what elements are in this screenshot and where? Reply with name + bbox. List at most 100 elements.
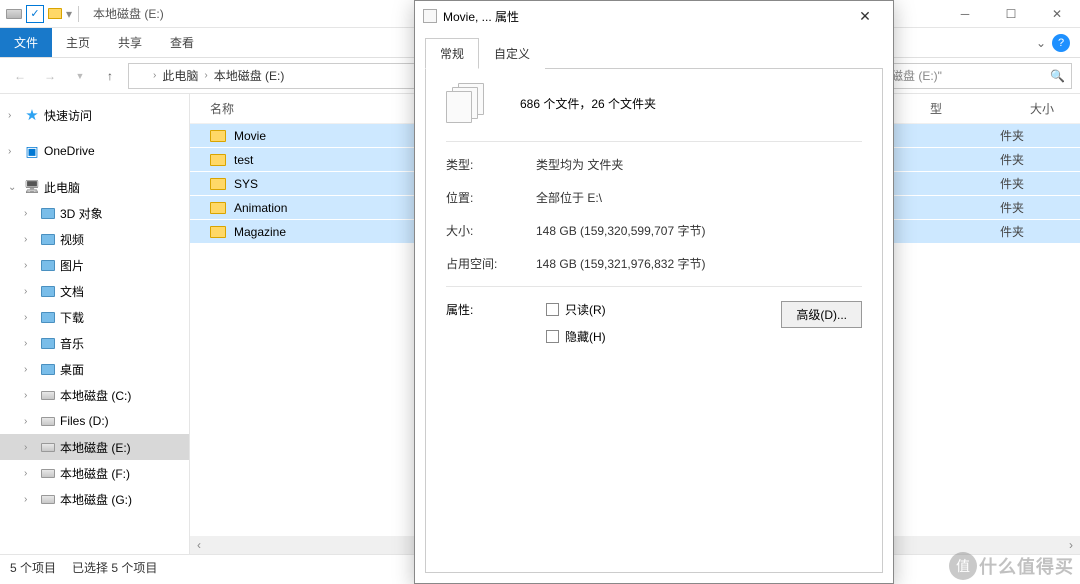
- folder-icon: [41, 260, 55, 271]
- scroll-left-icon[interactable]: ‹: [190, 538, 208, 552]
- chevron-right-icon[interactable]: ›: [24, 312, 36, 323]
- nav-music[interactable]: ›音乐: [0, 330, 189, 356]
- tab-custom[interactable]: 自定义: [479, 38, 545, 69]
- window-title: 本地磁盘 (E:): [87, 5, 164, 22]
- dialog-icon: [423, 9, 437, 23]
- nav-this-pc[interactable]: ⌄🖥此电脑: [0, 174, 189, 200]
- checkbox-readonly[interactable]: 只读(R): [546, 301, 606, 318]
- chevron-right-icon[interactable]: ›: [24, 364, 36, 375]
- chevron-right-icon[interactable]: ›: [24, 442, 36, 453]
- folder-icon: [210, 130, 226, 142]
- tab-home[interactable]: 主页: [52, 28, 104, 57]
- dialog-tabs-wrap: 常规 自定义: [415, 31, 893, 69]
- folder-icon: [41, 208, 55, 219]
- dialog-summary-row: 686 个文件，26 个文件夹: [446, 83, 862, 123]
- label-type: 类型:: [446, 156, 536, 173]
- label-location: 位置:: [446, 189, 536, 206]
- nav-history-dropdown[interactable]: ▼: [68, 64, 92, 88]
- drive-icon: [41, 417, 55, 426]
- tab-share[interactable]: 共享: [104, 28, 156, 57]
- status-selected-count: 已选择 5 个项目: [72, 559, 157, 576]
- separator: [78, 6, 79, 22]
- chevron-right-icon[interactable]: ›: [153, 70, 156, 81]
- attribute-checks: 只读(R) 隐藏(H): [546, 301, 606, 345]
- nav-quick-access[interactable]: ›★快速访问: [0, 102, 189, 128]
- breadcrumb-pc[interactable]: 此电脑: [162, 67, 198, 84]
- chevron-down-icon[interactable]: ⌄: [8, 182, 20, 193]
- folder-icon: [41, 286, 55, 297]
- nav-desktop[interactable]: ›桌面: [0, 356, 189, 382]
- chevron-right-icon[interactable]: ›: [24, 260, 36, 271]
- advanced-button[interactable]: 高级(D)...: [781, 301, 862, 328]
- drive-icon: [6, 9, 22, 19]
- chevron-right-icon[interactable]: ›: [24, 234, 36, 245]
- chevron-right-icon[interactable]: ›: [24, 494, 36, 505]
- breadcrumb-drive[interactable]: 本地磁盘 (E:): [214, 67, 285, 84]
- tab-general[interactable]: 常规: [425, 38, 479, 69]
- nav-3d-objects[interactable]: ›3D 对象: [0, 200, 189, 226]
- chevron-right-icon[interactable]: ›: [8, 146, 20, 157]
- folder-icon: [41, 234, 55, 245]
- value-type: 类型均为 文件夹: [536, 156, 862, 173]
- folder-icon: [210, 178, 226, 190]
- status-item-count: 5 个项目: [10, 559, 56, 576]
- nav-drive-e[interactable]: ›本地磁盘 (E:): [0, 434, 189, 460]
- nav-drive-f[interactable]: ›本地磁盘 (F:): [0, 460, 189, 486]
- drive-icon: [41, 391, 55, 400]
- multi-file-icon: [446, 83, 490, 123]
- chevron-right-icon[interactable]: ›: [8, 110, 20, 121]
- chevron-right-icon[interactable]: ›: [24, 338, 36, 349]
- search-input[interactable]: 地磁盘 (E:)" 🔍: [872, 63, 1072, 89]
- tab-file[interactable]: 文件: [0, 28, 52, 57]
- qat-dropdown-icon[interactable]: ▾: [66, 7, 72, 21]
- nav-downloads[interactable]: ›下载: [0, 304, 189, 330]
- value-location: 全部位于 E:\: [536, 189, 862, 206]
- nav-pictures[interactable]: ›图片: [0, 252, 189, 278]
- chevron-right-icon[interactable]: ›: [24, 390, 36, 401]
- label-size-on-disk: 占用空间:: [446, 255, 536, 272]
- column-type[interactable]: 型: [930, 100, 990, 117]
- star-icon: ★: [24, 107, 40, 123]
- dialog-summary: 686 个文件，26 个文件夹: [520, 95, 656, 112]
- pc-icon: 🖥: [24, 179, 40, 195]
- tab-view[interactable]: 查看: [156, 28, 208, 57]
- dialog-body: 686 个文件，26 个文件夹 类型: 类型均为 文件夹 位置: 全部位于 E:…: [425, 69, 883, 573]
- help-icon[interactable]: ?: [1052, 34, 1070, 52]
- maximize-button[interactable]: ☐: [988, 0, 1034, 28]
- scroll-right-icon[interactable]: ›: [1062, 538, 1080, 552]
- folder-icon: [41, 312, 55, 323]
- value-size-on-disk: 148 GB (159,321,976,832 字节): [536, 255, 862, 272]
- dialog-titlebar[interactable]: Movie, ... 属性 ✕: [415, 1, 893, 31]
- nav-back-button[interactable]: ←: [8, 64, 32, 88]
- nav-documents[interactable]: ›文档: [0, 278, 189, 304]
- watermark-text: 什么值得买: [979, 553, 1074, 579]
- nav-onedrive[interactable]: ›▣OneDrive: [0, 138, 189, 164]
- search-icon[interactable]: 🔍: [1050, 69, 1065, 83]
- chevron-right-icon[interactable]: ›: [24, 208, 36, 219]
- dialog-close-button[interactable]: ✕: [845, 8, 885, 25]
- properties-dialog: Movie, ... 属性 ✕ 常规 自定义 686 个文件，26 个文件夹 类…: [414, 0, 894, 584]
- column-size[interactable]: 大小: [1030, 100, 1054, 117]
- nav-drive-c[interactable]: ›本地磁盘 (C:): [0, 382, 189, 408]
- drive-icon: [41, 469, 55, 478]
- chevron-right-icon[interactable]: ›: [204, 70, 207, 81]
- label-attributes: 属性:: [446, 301, 516, 318]
- watermark-badge: 值: [949, 552, 977, 580]
- dialog-properties-grid: 类型: 类型均为 文件夹 位置: 全部位于 E:\ 大小: 148 GB (15…: [446, 156, 862, 272]
- nav-up-button[interactable]: ↑: [98, 64, 122, 88]
- nav-forward-button[interactable]: →: [38, 64, 62, 88]
- chevron-right-icon[interactable]: ›: [24, 468, 36, 479]
- qat-checked-icon[interactable]: ✓: [26, 5, 44, 23]
- nav-drive-g[interactable]: ›本地磁盘 (G:): [0, 486, 189, 512]
- nav-videos[interactable]: ›视频: [0, 226, 189, 252]
- chevron-right-icon[interactable]: ›: [24, 286, 36, 297]
- checkbox-hidden[interactable]: 隐藏(H): [546, 328, 606, 345]
- close-button[interactable]: ✕: [1034, 0, 1080, 28]
- folder-icon: [41, 364, 55, 375]
- collapse-ribbon-icon[interactable]: ⌄: [1036, 36, 1046, 50]
- attributes-row: 属性: 只读(R) 隐藏(H) 高级(D)...: [446, 301, 862, 345]
- nav-drive-d[interactable]: ›Files (D:): [0, 408, 189, 434]
- minimize-button[interactable]: ─: [942, 0, 988, 28]
- drive-icon: [41, 495, 55, 504]
- chevron-right-icon[interactable]: ›: [24, 416, 36, 427]
